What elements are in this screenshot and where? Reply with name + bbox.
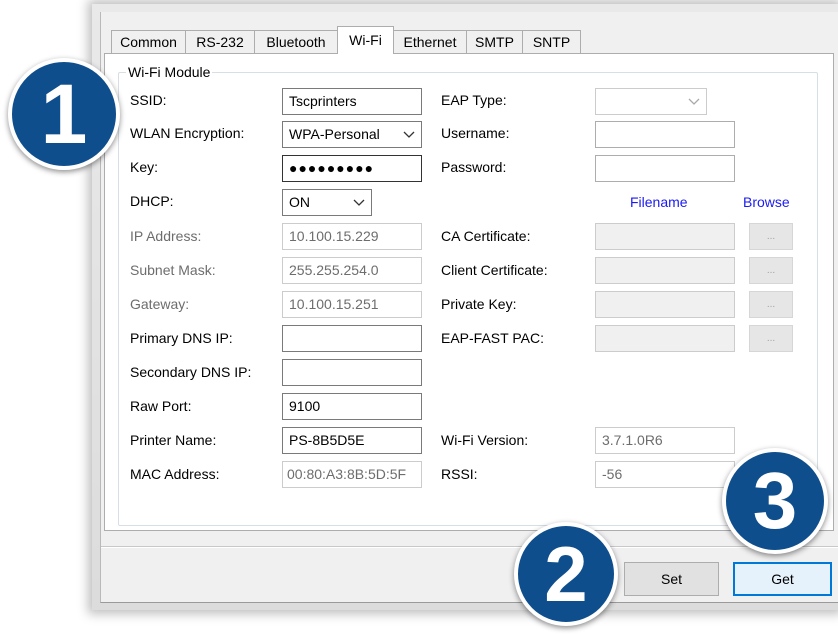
username-label: Username: [441,125,510,141]
ssid-label: SSID: [130,92,167,108]
filename-header: Filename [630,194,688,210]
eap-type-select [595,88,707,115]
dhcp-label: DHCP: [130,193,174,209]
subnet-label: Subnet Mask: [130,262,216,278]
client-cert-label: Client Certificate: [441,262,548,278]
printer-name-label: Printer Name: [130,432,217,448]
ca-cert-browse-button: ... [749,223,793,250]
ca-cert-label: CA Certificate: [441,228,531,244]
tab-common[interactable]: Common [111,30,186,53]
private-key-label: Private Key: [441,296,517,312]
ip-label: IP Address: [130,228,202,244]
eap-fast-label: EAP-FAST PAC: [441,330,544,346]
eap-fast-field [595,325,735,352]
encryption-label: WLAN Encryption: [130,125,245,141]
tab-sntp[interactable]: SNTP [522,30,581,53]
rssi-label: RSSI: [441,466,478,482]
chevron-down-icon [688,89,700,114]
password-label: Password: [441,159,507,175]
password-field[interactable] [595,155,735,182]
ca-cert-field [595,223,735,250]
encryption-select[interactable]: WPA-Personal [282,121,422,148]
tab-rs232[interactable]: RS-232 [185,30,255,53]
dns1-label: Primary DNS IP: [130,330,233,346]
username-field[interactable] [595,121,735,148]
wifi-version-field: 3.7.1.0R6 [595,427,735,454]
encryption-value: WPA-Personal [289,126,380,142]
raw-port-field[interactable]: 9100 [282,393,422,420]
raw-port-label: Raw Port: [130,398,192,414]
tab-smtp[interactable]: SMTP [466,30,523,53]
dns2-field[interactable] [282,359,422,386]
wifi-version-label: Wi-Fi Version: [441,432,529,448]
key-label: Key: [130,159,159,175]
gateway-label: Gateway: [130,296,190,312]
client-cert-field [595,257,735,284]
callout-badge-3: 3 [722,448,828,554]
dns1-field[interactable] [282,325,422,352]
eap-fast-browse-button: ... [749,325,793,352]
tab-bluetooth[interactable]: Bluetooth [254,30,338,53]
callout-badge-1: 1 [8,58,120,170]
rssi-field: -56 [595,461,735,488]
group-title: Wi-Fi Module [126,64,213,80]
set-button[interactable]: Set [624,562,719,596]
chevron-down-icon [403,122,415,147]
gateway-field: 10.100.15.251 [282,291,422,318]
chevron-down-icon [353,190,365,215]
client-cert-browse-button: ... [749,257,793,284]
mac-label: MAC Address: [130,466,220,482]
key-field[interactable]: ●●●●●●●●● [282,155,422,182]
subnet-field: 255.255.254.0 [282,257,422,284]
separator-highlight [101,547,838,548]
ssid-field[interactable]: Tscprinters [282,88,422,115]
dns2-label: Secondary DNS IP: [130,364,252,380]
private-key-browse-button: ... [749,291,793,318]
tab-wifi[interactable]: Wi-Fi [337,26,394,54]
mac-field: 00:80:A3:8B:5D:5F [282,461,422,488]
ip-field: 10.100.15.229 [282,223,422,250]
dhcp-select[interactable]: ON [282,189,372,216]
callout-badge-2: 2 [514,522,618,626]
eap-type-label: EAP Type: [441,92,507,108]
browse-header: Browse [743,194,790,210]
get-button[interactable]: Get [733,562,832,596]
printer-name-field[interactable]: PS-8B5D5E [282,427,422,454]
tab-ethernet[interactable]: Ethernet [393,30,467,53]
dhcp-value: ON [289,194,310,210]
private-key-field [595,291,735,318]
